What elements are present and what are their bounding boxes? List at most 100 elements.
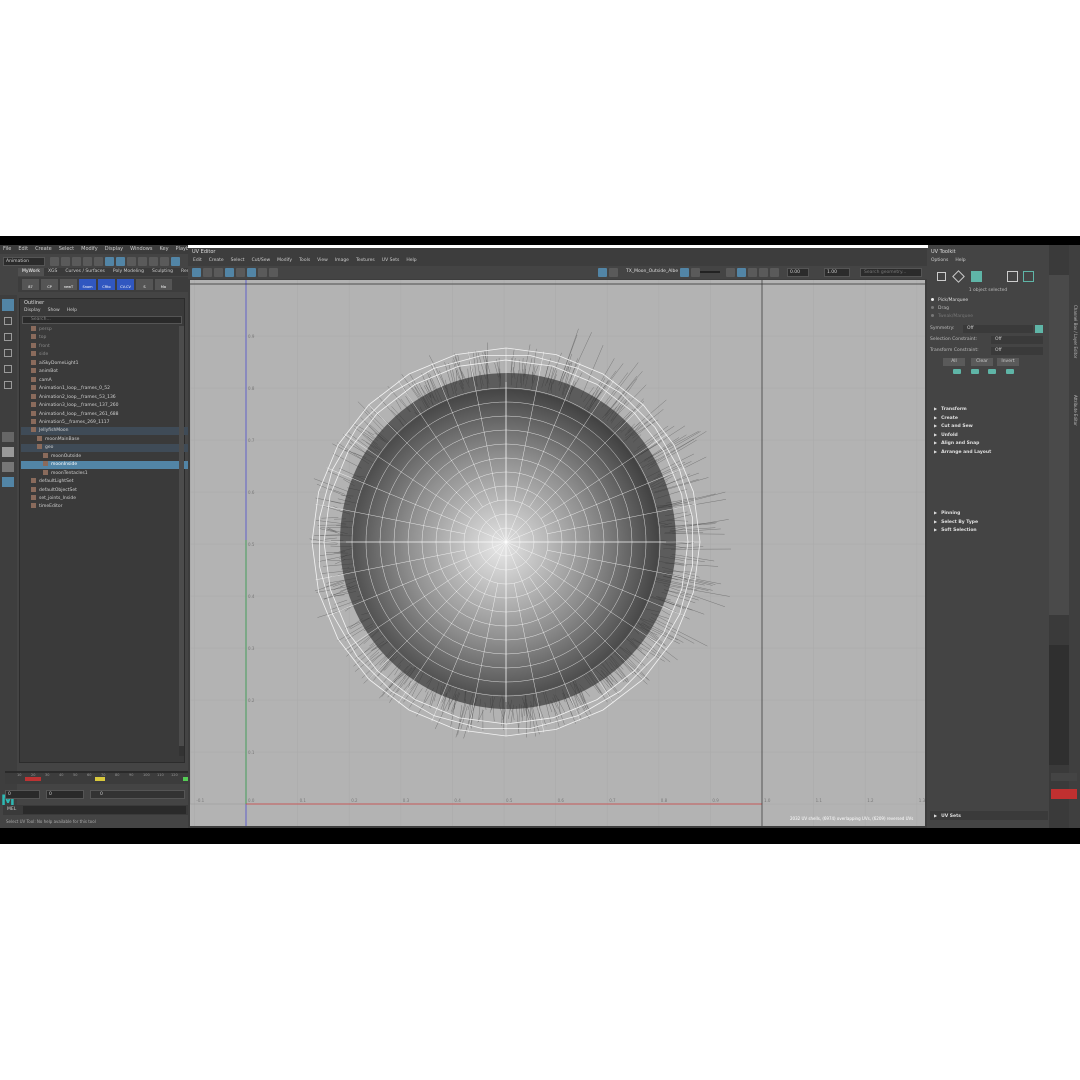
render-icon[interactable] xyxy=(171,257,180,266)
layout-four-icon[interactable] xyxy=(2,447,14,457)
toolkit-section-soft-selection[interactable]: ▶ Soft Selection xyxy=(930,526,1048,534)
select-mode-option[interactable]: Pick/Marquee xyxy=(931,298,968,303)
outliner-item[interactable]: moonInside xyxy=(21,461,201,470)
edge-mode-icon[interactable] xyxy=(1023,271,1034,282)
uv-shaded-icon[interactable] xyxy=(192,268,201,277)
uv-grid-icon[interactable] xyxy=(203,268,212,277)
undo-icon[interactable] xyxy=(83,257,92,266)
select-hierarchy-icon[interactable] xyxy=(105,257,114,266)
command-input[interactable] xyxy=(23,806,186,814)
paint-tool-icon[interactable] xyxy=(4,333,12,341)
main-menu-display[interactable]: Display xyxy=(105,246,123,252)
image-display-icon[interactable] xyxy=(598,268,607,277)
gamma-icon[interactable] xyxy=(691,268,700,277)
outliner-item[interactable]: top xyxy=(21,334,189,342)
face-mode-icon[interactable] xyxy=(971,271,982,282)
main-menu-select[interactable]: Select xyxy=(59,246,74,252)
view-transform-icon[interactable] xyxy=(737,268,746,277)
redo-icon[interactable] xyxy=(94,257,103,266)
symmetry-toggle-icon[interactable] xyxy=(1035,325,1043,333)
uv-distortion-icon[interactable] xyxy=(214,268,223,277)
attribute-editor-tab[interactable]: Attribute Editor xyxy=(1071,395,1078,455)
select-mode-option[interactable]: Tweak/Marquee xyxy=(931,314,973,319)
shelf-button-5[interactable]: CV-CV xyxy=(117,279,134,290)
uv-menu-image[interactable]: Image xyxy=(335,258,349,263)
toolkit-section-cut-and-sew[interactable]: ▶ Cut and Sew xyxy=(930,422,1048,430)
uv-shell-mode-icon[interactable] xyxy=(1007,271,1018,282)
select-border-icon[interactable] xyxy=(988,369,997,374)
main-menu-windows[interactable]: Windows xyxy=(130,246,152,252)
symmetry-dropdown[interactable]: Off xyxy=(963,325,1033,333)
gamma-field[interactable]: 1.00 xyxy=(824,268,850,277)
layout-side-icon[interactable] xyxy=(2,462,14,472)
main-menu-file[interactable]: File xyxy=(3,246,11,252)
snap-curve-icon[interactable] xyxy=(138,257,147,266)
uv-filter-icon[interactable] xyxy=(269,268,278,277)
grow-selection-icon[interactable] xyxy=(970,369,979,374)
isolate-icon[interactable] xyxy=(726,268,735,277)
toolkit-section-pinning[interactable]: ▶ Pinning xyxy=(930,509,1048,517)
color-mgmt-icon[interactable] xyxy=(748,268,757,277)
toolkit-section-align-and-snap[interactable]: ▶ Align and Snap xyxy=(930,439,1048,447)
outliner-menu-display[interactable]: Display xyxy=(24,308,41,313)
select-clear-button[interactable]: Clear xyxy=(971,358,993,366)
outliner-item[interactable]: JellyfishMoon xyxy=(21,427,189,436)
rotate-tool-icon[interactable] xyxy=(4,365,12,373)
range-slider[interactable]: 0 xyxy=(90,790,185,799)
outliner-item[interactable]: defaultLightSet xyxy=(21,478,189,486)
uv-menu-textures[interactable]: Textures xyxy=(356,258,375,263)
outliner-item[interactable]: moonOutside xyxy=(21,452,201,461)
shelf-button-6[interactable]: S xyxy=(136,279,153,290)
toolkit-section-transform[interactable]: ▶ Transform xyxy=(930,405,1048,413)
outliner-item[interactable]: moonMainBase xyxy=(21,435,195,444)
snap-view-icon[interactable] xyxy=(160,257,169,266)
shelf-button-7[interactable]: Ma xyxy=(155,279,172,290)
lasso-tool-icon[interactable] xyxy=(4,317,12,325)
uv-menu-create[interactable]: Create xyxy=(209,258,224,263)
scale-tool-icon[interactable] xyxy=(4,381,12,389)
move-tool-icon[interactable] xyxy=(4,349,12,357)
auto-key-icon[interactable] xyxy=(1051,789,1077,799)
uv-menu-select[interactable]: Select xyxy=(231,258,245,263)
texture-name[interactable]: TX_Moon_Outside_Albe xyxy=(626,269,678,274)
shelf-tab-5[interactable]: Rend xyxy=(177,268,188,276)
snap-point-icon[interactable] xyxy=(149,257,158,266)
shelf-button-0[interactable]: 87 xyxy=(22,279,39,290)
main-menu-edit[interactable]: Edit xyxy=(18,246,28,252)
layout-single-icon[interactable] xyxy=(2,432,14,442)
shelf-button-4[interactable]: CRto xyxy=(98,279,115,290)
toolkit-section-create[interactable]: ▶ Create xyxy=(930,414,1048,422)
start-frame-field[interactable]: 0 xyxy=(5,790,40,799)
shrink-selection-icon[interactable] xyxy=(953,369,961,374)
uv-menu-help[interactable]: Help xyxy=(406,258,416,263)
save-scene-icon[interactable] xyxy=(72,257,81,266)
exposure-icon[interactable] xyxy=(680,268,689,277)
outliner-item[interactable]: Animation1_loop__frames_0_52 xyxy=(21,385,189,393)
time-slider[interactable]: 10 20 30 40 50 60 70 80 90 100 110 120 xyxy=(5,771,188,784)
toolkit-section-arrange-and-layout[interactable]: ▶ Arrange and Layout xyxy=(930,448,1048,456)
outliner-item[interactable]: camA xyxy=(21,376,189,385)
toolkit-menu-options[interactable]: Options xyxy=(931,258,948,263)
outliner-item[interactable]: Animation3_loop__frames_137_260 xyxy=(21,402,189,410)
outliner-item[interactable]: front xyxy=(21,342,189,351)
shelf-button-2[interactable]: newT xyxy=(60,279,77,290)
outliner-item[interactable]: Animation5__frames_269_1117 xyxy=(21,418,189,427)
outliner-item[interactable]: geo xyxy=(21,444,195,453)
uv-pixel-snap-icon[interactable] xyxy=(247,268,256,277)
outliner-item[interactable]: Animation4_loop__frames_261_688 xyxy=(21,410,189,419)
vertex-mode-icon[interactable] xyxy=(952,270,965,283)
shelf-tab-0[interactable]: MyWork xyxy=(18,268,44,276)
transform-constraint-dropdown[interactable]: Off xyxy=(991,347,1043,355)
select-object-icon[interactable] xyxy=(116,257,125,266)
main-menu-modify[interactable]: Modify xyxy=(81,246,98,252)
uv-menu-modify[interactable]: Modify xyxy=(277,258,292,263)
toolkit-section-unfold[interactable]: ▶ Unfold xyxy=(930,431,1048,439)
outliner-item[interactable]: set_joints_Inside xyxy=(21,495,189,503)
image-channel-icon[interactable] xyxy=(609,268,618,277)
layout-outliner-icon[interactable] xyxy=(2,477,14,487)
mode-select[interactable]: Animation xyxy=(3,257,45,266)
toolkit-menu-help[interactable]: Help xyxy=(955,258,965,263)
new-scene-icon[interactable] xyxy=(50,257,59,266)
snap-grid-icon[interactable] xyxy=(127,257,136,266)
uv-mode-icon[interactable] xyxy=(937,272,946,281)
